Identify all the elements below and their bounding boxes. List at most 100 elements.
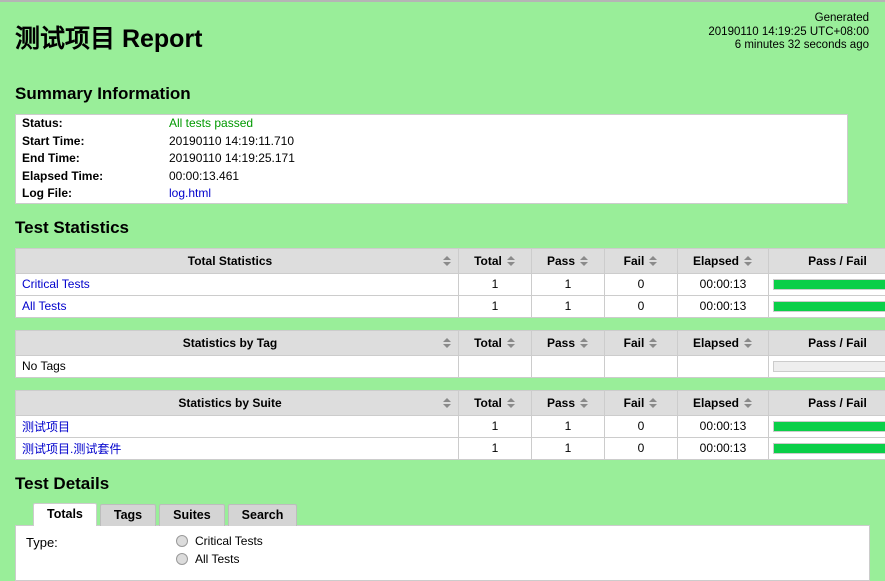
- sort-arrow-icon[interactable]: [506, 337, 516, 349]
- stats-pass-cell: 1: [531, 272, 605, 296]
- pass-bar-segment: [774, 301, 885, 311]
- tab-tags[interactable]: Tags: [99, 503, 157, 526]
- stats-pass-header-text: Pass: [546, 335, 576, 350]
- table-row: Critical Tests 1 1 0 00:00:13: [15, 272, 885, 296]
- pass-bar-segment: [774, 443, 885, 453]
- tab-totals[interactable]: Totals: [33, 502, 97, 526]
- sort-arrow-icon[interactable]: [744, 255, 753, 267]
- stats-pass-header[interactable]: Pass: [531, 389, 605, 416]
- sort-arrow-icon[interactable]: [506, 255, 516, 267]
- type-option[interactable]: All Tests: [176, 552, 263, 566]
- generated-info: Generated 20190110 14:19:25 UTC+08:00 6 …: [708, 12, 869, 53]
- summary-row: Status: All tests passed: [16, 115, 848, 133]
- sort-arrow-icon[interactable]: [649, 255, 658, 267]
- stats-fail-header[interactable]: Fail: [604, 389, 678, 416]
- stats-elapsed-cell: 00:00:13: [677, 294, 769, 318]
- stats-total-cell: 1: [458, 272, 532, 296]
- stats-elapsed-cell: [677, 354, 769, 378]
- total-statistics: Total Statistics Total Pass Fail Elapsed Pass…: [15, 247, 885, 318]
- stats-pass-cell: 1: [531, 436, 605, 460]
- summary-row-value: 20190110 14:19:25.171: [163, 150, 848, 168]
- stats-fail-header[interactable]: Fail: [604, 247, 678, 274]
- sort-arrow-icon[interactable]: [506, 397, 516, 409]
- stats-total-cell: [458, 354, 532, 378]
- sort-arrow-icon[interactable]: [580, 337, 589, 349]
- stats-header-row: Statistics by Tag Total Pass Fail Elapsed Pas…: [15, 329, 885, 356]
- stats-total-header[interactable]: Total: [458, 247, 532, 274]
- table-row: No Tags: [15, 354, 885, 378]
- radio-button-icon[interactable]: [176, 552, 188, 565]
- stats-row-link[interactable]: All Tests: [22, 299, 66, 313]
- tab-suites[interactable]: Suites: [159, 503, 225, 526]
- details-tab-panel: Type: Critical Tests All Tests: [15, 524, 870, 581]
- stats-title-header[interactable]: Total Statistics: [15, 247, 459, 274]
- pass-bar-segment: [774, 279, 885, 289]
- stats-row-name: Critical Tests: [15, 272, 459, 296]
- stats-total-cell: 1: [458, 414, 532, 438]
- stats-pass-header[interactable]: Pass: [531, 247, 605, 274]
- sort-arrow-icon[interactable]: [744, 337, 753, 349]
- tab-search[interactable]: Search: [227, 503, 298, 526]
- stats-graph-header: Pass / Fail: [768, 247, 885, 274]
- sort-arrow-icon[interactable]: [649, 337, 658, 349]
- stats-pass-cell: [531, 354, 605, 378]
- stats-header-row: Total Statistics Total Pass Fail Elapsed Pass…: [15, 247, 885, 274]
- type-option-label: Critical Tests: [195, 533, 263, 548]
- stats-graph-cell: [768, 354, 885, 378]
- type-label: Type:: [26, 534, 58, 550]
- sort-arrow-icon[interactable]: [443, 255, 452, 267]
- summary-row-label: Status:: [22, 116, 63, 130]
- stats-pass-header-text: Pass: [546, 253, 576, 268]
- summary-table-body: Status: All tests passed Start Time: 201901…: [16, 115, 848, 204]
- stats-row-link[interactable]: 测试项目: [22, 420, 70, 434]
- stats-elapsed-header[interactable]: Elapsed: [677, 247, 769, 274]
- stats-graph-header: Pass / Fail: [768, 329, 885, 356]
- type-option[interactable]: Critical Tests: [176, 534, 263, 548]
- summary-row: Log File: log.html: [16, 185, 848, 203]
- stats-graph-header-text: Pass / Fail: [808, 335, 867, 350]
- radio-button-icon[interactable]: [176, 534, 188, 547]
- type-radio-group[interactable]: Critical Tests All Tests: [176, 534, 263, 570]
- test-details: Totals Tags Suites Search Type: Critical Te…: [15, 502, 870, 581]
- summary-row-label: End Time:: [22, 151, 80, 165]
- stats-pass-cell: 1: [531, 414, 605, 438]
- stats-elapsed-header[interactable]: Elapsed: [677, 329, 769, 356]
- stats-row-link[interactable]: Critical Tests: [22, 277, 90, 291]
- summary-section-title: Summary Information: [15, 84, 191, 103]
- stats-total-header[interactable]: Total: [458, 329, 532, 356]
- stats-elapsed-header[interactable]: Elapsed: [677, 389, 769, 416]
- stats-fail-header-text: Fail: [623, 335, 645, 350]
- report-page: 测试项目 Report Generated 20190110 14:19:25 …: [0, 2, 885, 581]
- details-section-title: Test Details: [15, 473, 110, 493]
- summary-row-value: log.html: [163, 185, 848, 203]
- stats-fail-cell: 0: [604, 272, 678, 296]
- stats-title-header-text: Total Statistics: [187, 253, 273, 268]
- summary-row: End Time: 20190110 14:19:25.171: [16, 150, 848, 168]
- sort-arrow-icon[interactable]: [443, 337, 452, 349]
- generated-ago: 6 minutes 32 seconds ago: [734, 39, 869, 51]
- sort-arrow-icon[interactable]: [580, 255, 589, 267]
- stats-total-header-text: Total: [474, 253, 502, 268]
- stats-title-header[interactable]: Statistics by Tag: [15, 329, 459, 356]
- stats-fail-cell: 0: [604, 294, 678, 318]
- stats-pass-header[interactable]: Pass: [531, 329, 605, 356]
- stats-elapsed-cell: 00:00:13: [677, 436, 769, 460]
- stats-total-header[interactable]: Total: [458, 389, 532, 416]
- sort-arrow-icon[interactable]: [649, 397, 658, 409]
- summary-row-label: Start Time:: [22, 133, 85, 148]
- stats-fail-cell: [604, 354, 678, 378]
- sort-arrow-icon[interactable]: [443, 397, 452, 409]
- stats-row-link[interactable]: 测试项目.测试套件: [22, 442, 121, 456]
- stats-fail-header[interactable]: Fail: [604, 329, 678, 356]
- summary-value-text: 20190110 14:19:11.710: [169, 133, 295, 148]
- log-file-link[interactable]: log.html: [169, 186, 211, 200]
- sort-arrow-icon[interactable]: [744, 397, 753, 409]
- summary-row-value: All tests passed: [163, 115, 848, 133]
- stats-pass-header-text: Pass: [546, 395, 576, 410]
- stats-total-header-text: Total: [474, 335, 502, 350]
- report-header: 测试项目 Report Generated 20190110 14:19:25 …: [15, 12, 870, 70]
- stats-title-header[interactable]: Statistics by Suite: [15, 389, 459, 416]
- sort-arrow-icon[interactable]: [580, 397, 589, 409]
- stats-graph-cell: [768, 436, 885, 460]
- stats-row-name: No Tags: [15, 354, 459, 378]
